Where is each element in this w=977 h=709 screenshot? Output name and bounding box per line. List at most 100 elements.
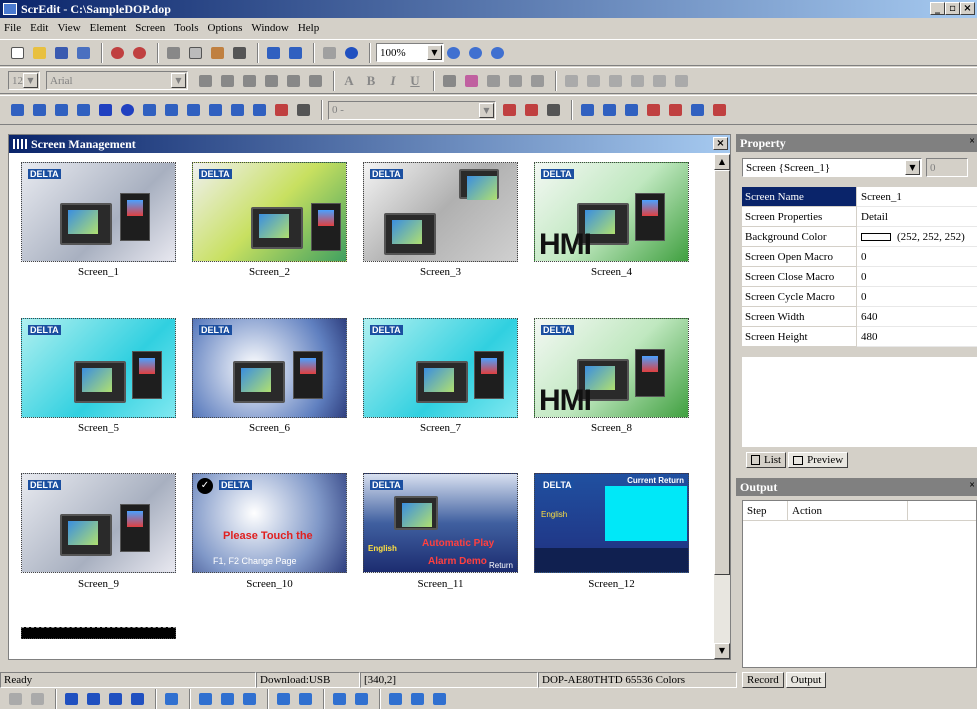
- screen-thumbnail-10[interactable]: ✓ DELTA Please Touch the F1, F2 Change P…: [192, 473, 347, 573]
- space-even-icon[interactable]: [240, 690, 258, 708]
- bar-element-icon[interactable]: [52, 101, 70, 119]
- align-bottom-icon[interactable]: [306, 72, 324, 90]
- size-v-icon[interactable]: [408, 690, 426, 708]
- bring-front-icon[interactable]: [62, 690, 80, 708]
- property-row[interactable]: Screen Open Macro 0: [742, 247, 977, 267]
- minimize-button[interactable]: _: [930, 2, 945, 15]
- screen-list-icon[interactable]: [286, 44, 304, 62]
- center-v-icon[interactable]: [296, 690, 314, 708]
- zoom-fit-icon[interactable]: [488, 44, 506, 62]
- property-row[interactable]: Screen Width 640: [742, 307, 977, 327]
- same-height-icon[interactable]: [352, 690, 370, 708]
- cut-icon[interactable]: [164, 44, 182, 62]
- screen-thumbnail-7[interactable]: DELTA: [363, 318, 518, 418]
- properties-icon[interactable]: [544, 101, 562, 119]
- close-button[interactable]: ×: [960, 2, 975, 15]
- copy-icon[interactable]: [186, 44, 204, 62]
- property-index-field[interactable]: 0: [926, 158, 968, 177]
- grid6-icon[interactable]: [672, 72, 690, 90]
- compile-icon[interactable]: [320, 44, 338, 62]
- new-file-icon[interactable]: [8, 44, 26, 62]
- tool-icon[interactable]: [710, 101, 728, 119]
- screen-thumbnail-1[interactable]: DELTA: [21, 162, 176, 262]
- column-action[interactable]: Action: [788, 501, 908, 520]
- zoom-select[interactable]: 100% ▼: [376, 43, 444, 62]
- screen-thumbnail-12[interactable]: DELTA Current Return English: [534, 473, 689, 573]
- redo-icon[interactable]: [130, 44, 148, 62]
- send-back-icon[interactable]: [84, 690, 102, 708]
- output-close-icon[interactable]: ×: [969, 480, 975, 491]
- property-object-select[interactable]: Screen {Screen_1} ▼: [742, 158, 922, 177]
- layer-front-icon[interactable]: [484, 72, 502, 90]
- text-color-button[interactable]: A: [340, 72, 358, 90]
- button-element-icon[interactable]: [8, 101, 26, 119]
- cursor2-icon[interactable]: [522, 101, 540, 119]
- grid3-icon[interactable]: [606, 72, 624, 90]
- grid5-icon[interactable]: [650, 72, 668, 90]
- menu-edit[interactable]: Edit: [30, 22, 48, 34]
- screen-thumbnail-4[interactable]: DELTA HMI: [534, 162, 689, 262]
- simulate-icon[interactable]: [622, 101, 640, 119]
- property-close-icon[interactable]: ×: [969, 136, 975, 147]
- grid4-icon[interactable]: [628, 72, 646, 90]
- prev-screen-icon[interactable]: [578, 101, 596, 119]
- alarm-element-icon[interactable]: [250, 101, 268, 119]
- italic-button[interactable]: I: [384, 72, 402, 90]
- property-row[interactable]: Screen Cycle Macro 0: [742, 287, 977, 307]
- find-icon[interactable]: [230, 44, 248, 62]
- font-size-select[interactable]: 12 ▼: [8, 71, 40, 90]
- fill-icon[interactable]: [462, 72, 480, 90]
- pen-icon[interactable]: [440, 72, 458, 90]
- tab-preview[interactable]: Preview: [788, 452, 849, 468]
- center-horizontal-icon[interactable]: [218, 72, 236, 90]
- align-grid2-icon[interactable]: [28, 690, 46, 708]
- align-left-icon[interactable]: [196, 72, 214, 90]
- menu-element[interactable]: Element: [90, 22, 127, 34]
- send-backward-icon[interactable]: [128, 690, 146, 708]
- screen-thumbnail-6[interactable]: DELTA: [192, 318, 347, 418]
- next-screen-icon[interactable]: [600, 101, 618, 119]
- save-icon[interactable]: [52, 44, 70, 62]
- bring-forward-icon[interactable]: [106, 690, 124, 708]
- menu-tools[interactable]: Tools: [174, 22, 198, 34]
- tab-list[interactable]: List: [746, 452, 787, 468]
- grid-icon[interactable]: [562, 72, 580, 90]
- screen-thumbnail-11[interactable]: DELTA English Automatic Play Alarm Demo …: [363, 473, 518, 573]
- underline-button[interactable]: U: [406, 72, 424, 90]
- property-row[interactable]: Screen Name Screen_1: [742, 187, 977, 207]
- property-row[interactable]: Screen Height 480: [742, 327, 977, 347]
- cursor-icon[interactable]: [500, 101, 518, 119]
- maximize-button[interactable]: ▫: [945, 2, 960, 15]
- property-row[interactable]: Screen Close Macro 0: [742, 267, 977, 287]
- help-icon[interactable]: [342, 44, 360, 62]
- vertical-scrollbar[interactable]: ▲ ▼: [714, 154, 730, 659]
- screen-thumbnail-9[interactable]: DELTA: [21, 473, 176, 573]
- paste-icon[interactable]: [208, 44, 226, 62]
- export-icon[interactable]: [74, 44, 92, 62]
- keyboard-element-icon[interactable]: [294, 101, 312, 119]
- zoom-in-icon[interactable]: [444, 44, 462, 62]
- space-h-icon[interactable]: [196, 690, 214, 708]
- menu-view[interactable]: View: [57, 22, 80, 34]
- align-grid-icon[interactable]: [6, 690, 24, 708]
- input-element-icon[interactable]: [162, 101, 180, 119]
- screen-thumbnail-3[interactable]: DELTA: [363, 162, 518, 262]
- scroll-down-button[interactable]: ▼: [714, 643, 730, 659]
- trend-element-icon[interactable]: [140, 101, 158, 119]
- distribute-icon[interactable]: [162, 690, 180, 708]
- screen-thumbnail-2[interactable]: DELTA: [192, 162, 347, 262]
- menu-options[interactable]: Options: [208, 22, 243, 34]
- macro-element-icon[interactable]: [272, 101, 290, 119]
- graphic-element-icon[interactable]: [206, 101, 224, 119]
- grid2-icon[interactable]: [584, 72, 602, 90]
- same-width-icon[interactable]: [330, 690, 348, 708]
- scrollbar-thumb[interactable]: [714, 170, 730, 575]
- center-h-icon[interactable]: [274, 690, 292, 708]
- menu-file[interactable]: File: [4, 22, 21, 34]
- size-all-icon[interactable]: [430, 690, 448, 708]
- undo-icon[interactable]: [108, 44, 126, 62]
- meter-element-icon[interactable]: [30, 101, 48, 119]
- property-row[interactable]: Screen Properties Detail: [742, 207, 977, 227]
- property-row[interactable]: Background Color (252, 252, 252): [742, 227, 977, 247]
- tab-output[interactable]: Output: [785, 672, 827, 688]
